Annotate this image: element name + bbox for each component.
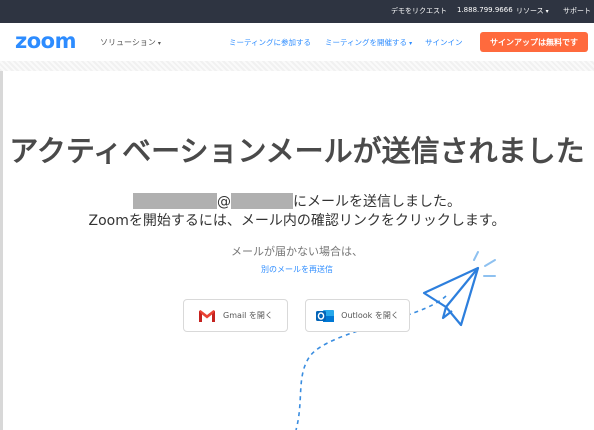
page-title: アクティベーションメールが送信されました [9, 134, 585, 168]
top-utility-bar: デモをリクエスト 1.888.799.9666 リソース ▾ サポート [0, 0, 594, 23]
signin-link[interactable]: サインイン [425, 37, 463, 48]
resources-menu[interactable]: リソース ▾ [516, 6, 549, 16]
solutions-menu[interactable]: ソリューション ▾ [100, 37, 161, 48]
support-link[interactable]: サポート [563, 6, 591, 16]
outlook-icon [316, 309, 335, 322]
phone-number-link[interactable]: 1.888.799.9666 [457, 6, 513, 14]
host-meeting-label: ミーティングを開催する [325, 38, 408, 47]
request-demo-link[interactable]: デモをリクエスト [391, 6, 447, 16]
paper-plane-icon [422, 266, 480, 327]
host-meeting-menu[interactable]: ミーティングを開催する ▾ [325, 37, 412, 48]
open-gmail-button[interactable]: Gmail を開く [183, 299, 288, 332]
join-meeting-link[interactable]: ミーティングに参加する [229, 37, 311, 48]
no-email-text: メールが届かない場合は、 [231, 245, 363, 258]
header-divider [0, 61, 594, 71]
resend-email-link[interactable]: 別のメールを再送信 [0, 264, 594, 275]
email-at-sign: @ [217, 194, 231, 210]
redacted-email-user [133, 193, 217, 209]
solutions-label: ソリューション [100, 38, 156, 47]
gmail-icon [198, 308, 217, 323]
sent-message-text: にメールを送信しました。 [293, 194, 461, 210]
open-outlook-button[interactable]: Outlook を開く [305, 299, 410, 332]
main-header: zoom ソリューション ▾ ミーティングに参加する ミーティングを開催する ▾ サ… [0, 23, 594, 61]
instruction-line: Zoomを開始するには、メール内の確認リンクをクリックします。 [88, 213, 506, 229]
zoom-logo[interactable]: zoom [15, 29, 76, 53]
chevron-down-icon: ▾ [157, 40, 161, 47]
sent-message-line: @ にメールを送信しました。 [0, 191, 594, 211]
chevron-down-icon: ▾ [545, 8, 549, 15]
open-gmail-label: Gmail を開く [223, 311, 273, 320]
signup-free-button[interactable]: サインアップは無料です [480, 32, 588, 52]
redacted-email-domain [231, 193, 293, 209]
chevron-down-icon: ▾ [409, 40, 413, 47]
resources-label: リソース [516, 7, 544, 15]
open-outlook-label: Outlook を開く [341, 311, 399, 320]
